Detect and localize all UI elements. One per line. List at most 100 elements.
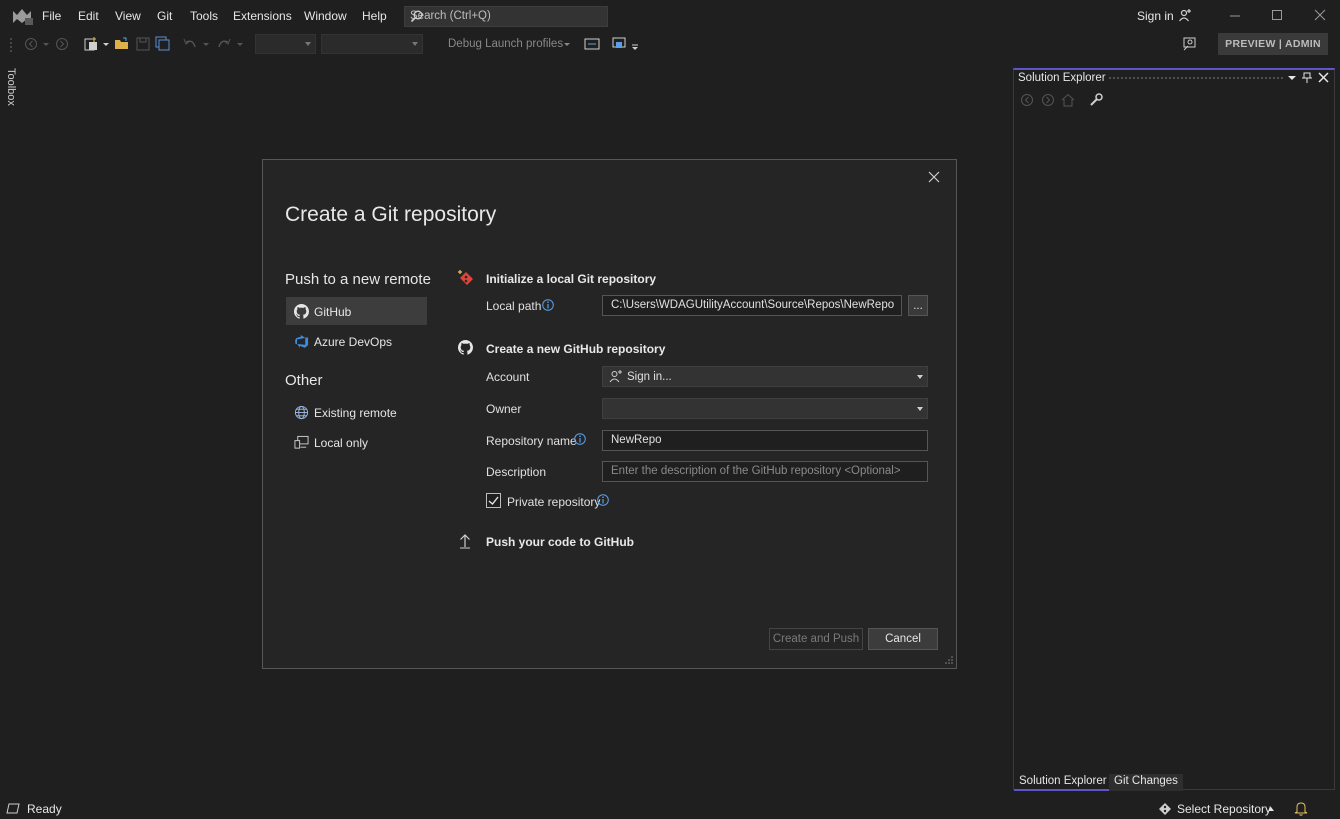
se-forward-icon[interactable] <box>1041 93 1055 107</box>
live-share-icon[interactable] <box>1182 36 1198 52</box>
private-repository-info-icon[interactable] <box>597 494 609 506</box>
menu-git[interactable]: Git <box>157 9 172 23</box>
back-dropdown-icon[interactable] <box>42 36 50 52</box>
account-chevron-down-icon <box>917 375 923 379</box>
git-init-icon <box>457 269 475 287</box>
tab-git-changes[interactable]: Git Changes <box>1109 774 1183 791</box>
local-path-info-icon[interactable] <box>542 299 554 311</box>
dialog-close-icon[interactable] <box>927 170 941 184</box>
debug-launch-profiles[interactable]: Debug Launch profiles <box>448 38 563 50</box>
undo-dropdown-icon[interactable] <box>202 36 210 52</box>
configuration-combo[interactable] <box>255 34 316 54</box>
private-repository-label: Private repository <box>507 495 601 509</box>
cancel-button[interactable]: Cancel <box>868 628 938 650</box>
platform-combo[interactable] <box>321 34 423 54</box>
minimize-icon[interactable] <box>1228 8 1242 22</box>
close-panel-icon[interactable] <box>1318 72 1329 83</box>
undo-icon[interactable] <box>182 36 198 52</box>
menu-window[interactable]: Window <box>304 9 347 23</box>
select-repository-button[interactable]: Select Repository <box>1177 802 1271 816</box>
sign-in-link[interactable]: Sign in <box>1137 9 1174 23</box>
save-icon[interactable] <box>135 36 151 52</box>
resize-grip-icon[interactable] <box>944 655 954 665</box>
other-header: Other <box>285 372 323 389</box>
menu-help[interactable]: Help <box>362 9 387 23</box>
new-project-dropdown-icon[interactable] <box>102 36 110 52</box>
globe-icon <box>294 405 309 420</box>
nav-azure-devops[interactable]: Azure DevOps <box>286 327 427 355</box>
save-all-icon[interactable] <box>155 36 171 52</box>
repository-name-input[interactable]: NewRepo <box>602 430 928 451</box>
toolbox-tab[interactable]: Toolbox <box>5 68 17 106</box>
preview-admin-button[interactable]: PREVIEW | ADMIN <box>1218 33 1328 55</box>
redo-icon[interactable] <box>216 36 232 52</box>
account-feedback-icon[interactable] <box>1178 9 1192 23</box>
account-value: Sign in... <box>627 371 672 383</box>
github-section-icon <box>458 340 473 355</box>
push-arrow-up-icon <box>459 533 471 549</box>
properties-wrench-icon[interactable] <box>1089 93 1103 107</box>
menu-extensions[interactable]: Extensions <box>233 9 292 23</box>
private-repository-checkbox[interactable] <box>486 493 501 508</box>
owner-label: Owner <box>486 402 522 416</box>
maximize-icon[interactable] <box>1270 8 1284 22</box>
create-github-header: Create a new GitHub repository <box>486 342 666 356</box>
new-project-icon[interactable] <box>83 36 99 52</box>
tab-solution-explorer[interactable]: Solution Explorer <box>1014 774 1112 791</box>
repository-name-label: Repository name <box>486 434 577 448</box>
owner-dropdown[interactable] <box>602 398 928 419</box>
browse-path-button[interactable]: ... <box>908 295 928 316</box>
checkmark-icon <box>488 496 499 506</box>
local-path-label: Local path <box>486 299 542 313</box>
open-folder-icon[interactable] <box>114 36 130 52</box>
search-input[interactable]: Search (Ctrl+Q) <box>404 6 608 27</box>
search-icon <box>410 10 601 23</box>
folder-view-icon[interactable] <box>584 36 600 52</box>
toolbar-overflow-icon[interactable] <box>631 36 639 52</box>
panel-grip[interactable] <box>1108 76 1284 81</box>
se-back-icon[interactable] <box>1020 93 1034 107</box>
init-local-header: Initialize a local Git repository <box>486 272 657 286</box>
status-ready-icon <box>6 802 20 815</box>
navigate-forward-icon[interactable] <box>54 36 70 52</box>
status-ready: Ready <box>27 802 62 816</box>
panel-dropdown-icon[interactable] <box>1287 73 1297 83</box>
account-sign-in-icon <box>609 370 622 383</box>
create-and-push-button[interactable]: Create and Push <box>769 628 863 650</box>
description-label: Description <box>486 465 547 479</box>
solution-explorer-panel <box>1013 68 1335 790</box>
account-label: Account <box>486 370 530 384</box>
account-dropdown[interactable]: Sign in... <box>602 366 928 387</box>
device-layout-icon[interactable] <box>612 36 628 52</box>
description-input[interactable]: Enter the description of the GitHub repo… <box>602 461 928 482</box>
debug-dropdown-icon[interactable] <box>563 36 571 52</box>
redo-dropdown-icon[interactable] <box>236 36 244 52</box>
navigate-back-icon[interactable] <box>23 36 39 52</box>
close-window-icon[interactable] <box>1313 8 1327 22</box>
nav-github-label: GitHub <box>314 305 352 319</box>
pin-icon[interactable] <box>1302 72 1312 84</box>
repository-name-info-icon[interactable] <box>574 433 586 445</box>
select-repository-arrow-icon[interactable] <box>1267 805 1275 813</box>
toolbar <box>0 32 1340 58</box>
solution-explorer-title: Solution Explorer <box>1018 72 1106 84</box>
push-to-remote-header: Push to a new remote <box>285 271 431 288</box>
notifications-bell-icon[interactable] <box>1294 801 1308 816</box>
push-code-header: Push your code to GitHub <box>486 535 635 549</box>
local-path-input[interactable]: C:\Users\WDAGUtilityAccount\Source\Repos… <box>602 295 902 316</box>
dialog-title: Create a Git repository <box>285 203 497 226</box>
menu-tools[interactable]: Tools <box>190 9 218 23</box>
computer-icon <box>294 435 309 450</box>
nav-existing-remote[interactable]: Existing remote <box>286 398 427 426</box>
nav-existing-remote-label: Existing remote <box>314 406 397 420</box>
nav-github[interactable]: GitHub <box>286 297 427 325</box>
home-icon[interactable] <box>1061 93 1075 107</box>
menu-view[interactable]: View <box>115 9 141 23</box>
nav-local-only[interactable]: Local only <box>286 428 427 456</box>
azure-devops-icon <box>294 334 309 349</box>
nav-azure-devops-label: Azure DevOps <box>314 335 393 349</box>
github-icon <box>294 304 309 319</box>
menu-file[interactable]: File <box>42 9 61 23</box>
menu-edit[interactable]: Edit <box>78 9 99 23</box>
owner-chevron-down-icon <box>917 407 923 411</box>
